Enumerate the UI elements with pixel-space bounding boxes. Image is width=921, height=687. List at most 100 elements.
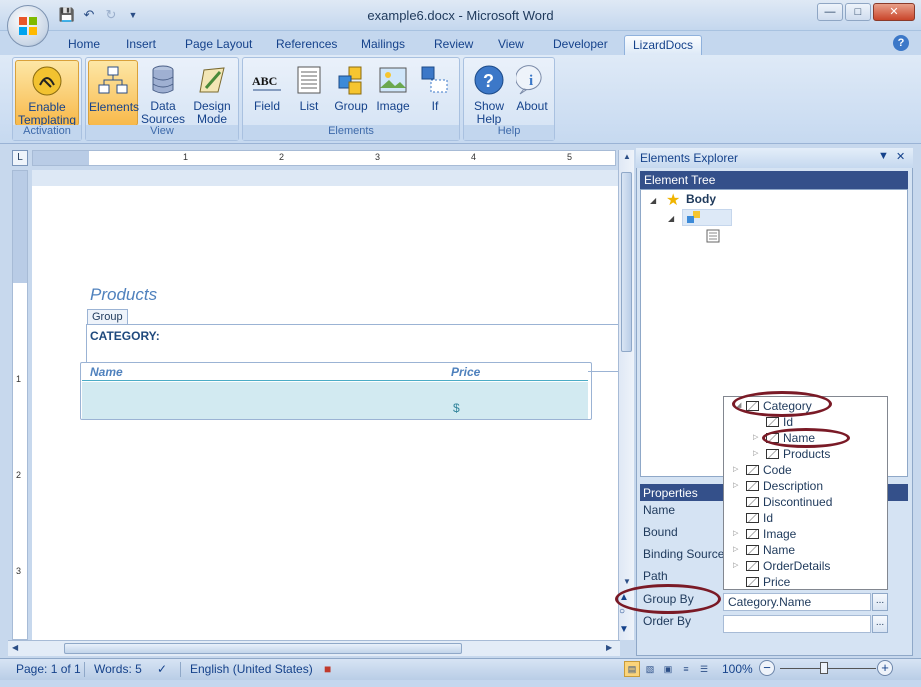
list-node-icon[interactable] <box>706 229 720 243</box>
vertical-scrollbar[interactable]: ▲ ▼ <box>618 150 634 640</box>
scroll-thumb[interactable] <box>64 643 462 654</box>
pane-title: Elements Explorer <box>636 148 913 168</box>
collapsed-icon[interactable]: ▷ <box>733 545 738 553</box>
scroll-up-icon[interactable]: ▲ <box>619 152 635 161</box>
group-by-field[interactable]: Category.Name <box>723 593 871 611</box>
field-label: Field <box>253 99 280 113</box>
tab-review[interactable]: Review <box>426 35 481 55</box>
collapsed-icon[interactable]: ▷ <box>753 433 758 441</box>
document-title[interactable]: Products <box>90 285 157 305</box>
draft-view-icon[interactable]: ☰ <box>696 661 712 677</box>
dropdown-item[interactable]: Products <box>766 446 830 462</box>
dropdown-item[interactable]: Name <box>746 542 795 558</box>
group-by-browse-button[interactable]: ... <box>872 593 888 611</box>
design-mode-label: Design Mode <box>193 99 231 126</box>
dropdown-item[interactable]: Code <box>746 462 792 478</box>
dropdown-item[interactable]: Image <box>746 526 796 542</box>
vertical-ruler[interactable]: 1 2 3 <box>12 170 28 640</box>
field-button[interactable]: ABC Field <box>247 60 287 126</box>
tab-home[interactable]: Home <box>60 35 108 55</box>
show-help-button[interactable]: ? Show Help <box>468 60 510 126</box>
scroll-down-icon[interactable]: ▼ <box>619 577 635 586</box>
category-label[interactable]: CATEGORY: <box>90 329 160 343</box>
horizontal-ruler[interactable]: 1 2 3 4 5 <box>32 150 616 166</box>
tab-insert[interactable]: Insert <box>118 35 164 55</box>
price-field[interactable]: $ <box>453 401 460 415</box>
expand-icon[interactable]: ◢ <box>668 214 674 223</box>
ribbon: Enable Templating Activation Elements Da… <box>0 55 921 144</box>
enable-templating-button[interactable]: Enable Templating <box>15 60 79 127</box>
office-button[interactable] <box>7 5 49 47</box>
collapsed-icon[interactable]: ▷ <box>733 529 738 537</box>
zoom-slider-track[interactable] <box>780 668 876 669</box>
property-path-label: Path <box>643 569 668 583</box>
help-icon[interactable]: ? <box>893 35 909 51</box>
macro-record-icon[interactable]: ■ <box>324 662 331 676</box>
list-button[interactable]: List <box>289 60 329 126</box>
minimize-button[interactable]: — <box>817 3 843 21</box>
property-binding-source-label: Binding Source <box>643 547 725 561</box>
table-row[interactable] <box>82 382 588 419</box>
column-header-name[interactable]: Name <box>90 365 123 379</box>
order-by-browse-button[interactable]: ... <box>872 615 888 633</box>
tab-references[interactable]: References <box>268 35 345 55</box>
collapsed-icon[interactable]: ▷ <box>753 449 758 457</box>
zoom-level[interactable]: 100% <box>722 662 753 676</box>
group-button[interactable]: Group <box>331 60 371 126</box>
scroll-thumb[interactable] <box>621 172 632 352</box>
scroll-left-icon[interactable]: ◀ <box>12 643 18 652</box>
zoom-out-button[interactable]: − <box>759 660 775 676</box>
next-page-icon[interactable]: ▼ <box>619 624 629 635</box>
database-icon <box>152 65 174 94</box>
tab-lizarddocs[interactable]: LizardDocs <box>624 35 703 55</box>
pane-close-icon[interactable]: ✕ <box>896 150 905 163</box>
tab-view[interactable]: View <box>490 35 532 55</box>
collapsed-icon[interactable]: ▷ <box>733 465 738 473</box>
dropdown-item[interactable]: Description <box>746 478 823 494</box>
word-count[interactable]: Words: 5 <box>94 662 142 676</box>
language-indicator[interactable]: English (United States) <box>190 662 313 676</box>
data-sources-button[interactable]: Data Sources <box>140 60 186 126</box>
zoom-slider-thumb[interactable] <box>820 662 828 674</box>
dropdown-item[interactable]: Discontinued <box>746 494 832 510</box>
horizontal-scrollbar[interactable]: ◀ ▶ <box>8 640 620 656</box>
elements-button[interactable]: Elements <box>88 60 139 126</box>
outline-view-icon[interactable]: ≡ <box>678 661 694 677</box>
if-button[interactable]: If <box>415 60 455 126</box>
dropdown-item[interactable]: Price <box>746 574 790 590</box>
close-button[interactable]: ✕ <box>873 3 915 21</box>
zoom-in-button[interactable]: + <box>877 660 893 676</box>
svg-text:?: ? <box>483 71 494 91</box>
group-label: Group <box>334 99 368 113</box>
group-label-view: View <box>86 125 238 140</box>
print-layout-icon[interactable]: ▤ <box>624 661 640 677</box>
dropdown-item-label: Code <box>763 463 792 477</box>
web-layout-icon[interactable]: ▣ <box>660 661 676 677</box>
expand-icon[interactable]: ◢ <box>650 196 656 205</box>
tree-node-group[interactable] <box>682 209 732 226</box>
full-screen-reading-icon[interactable]: ▧ <box>642 661 658 677</box>
column-header-price[interactable]: Price <box>451 365 480 379</box>
pane-options-icon[interactable]: ▼ <box>878 150 889 162</box>
design-mode-button[interactable]: Design Mode <box>188 60 236 126</box>
tab-developer[interactable]: Developer <box>545 35 616 55</box>
tab-mailings[interactable]: Mailings <box>353 35 413 55</box>
order-by-field[interactable] <box>723 615 871 633</box>
tree-node-body[interactable]: Body <box>686 192 716 206</box>
dropdown-item[interactable]: OrderDetails <box>746 558 830 574</box>
group-content-control-tag[interactable]: Group <box>87 309 128 324</box>
scroll-right-icon[interactable]: ▶ <box>606 643 612 652</box>
collapsed-icon[interactable]: ▷ <box>733 481 738 489</box>
proofing-icon[interactable]: ✓ <box>157 662 167 676</box>
tab-page-layout[interactable]: Page Layout <box>177 35 260 55</box>
about-button[interactable]: i About <box>512 60 552 126</box>
tab-selector-icon[interactable]: L <box>12 150 28 166</box>
list-label: List <box>299 99 319 113</box>
dropdown-item-label: Discontinued <box>763 495 833 509</box>
page-count[interactable]: Page: 1 of 1 <box>16 662 81 676</box>
dropdown-item[interactable]: Id <box>746 510 773 526</box>
image-button[interactable]: Image <box>373 60 413 126</box>
maximize-button[interactable]: □ <box>845 3 871 21</box>
dropdown-item-label: OrderDetails <box>763 559 831 573</box>
collapsed-icon[interactable]: ▷ <box>733 561 738 569</box>
